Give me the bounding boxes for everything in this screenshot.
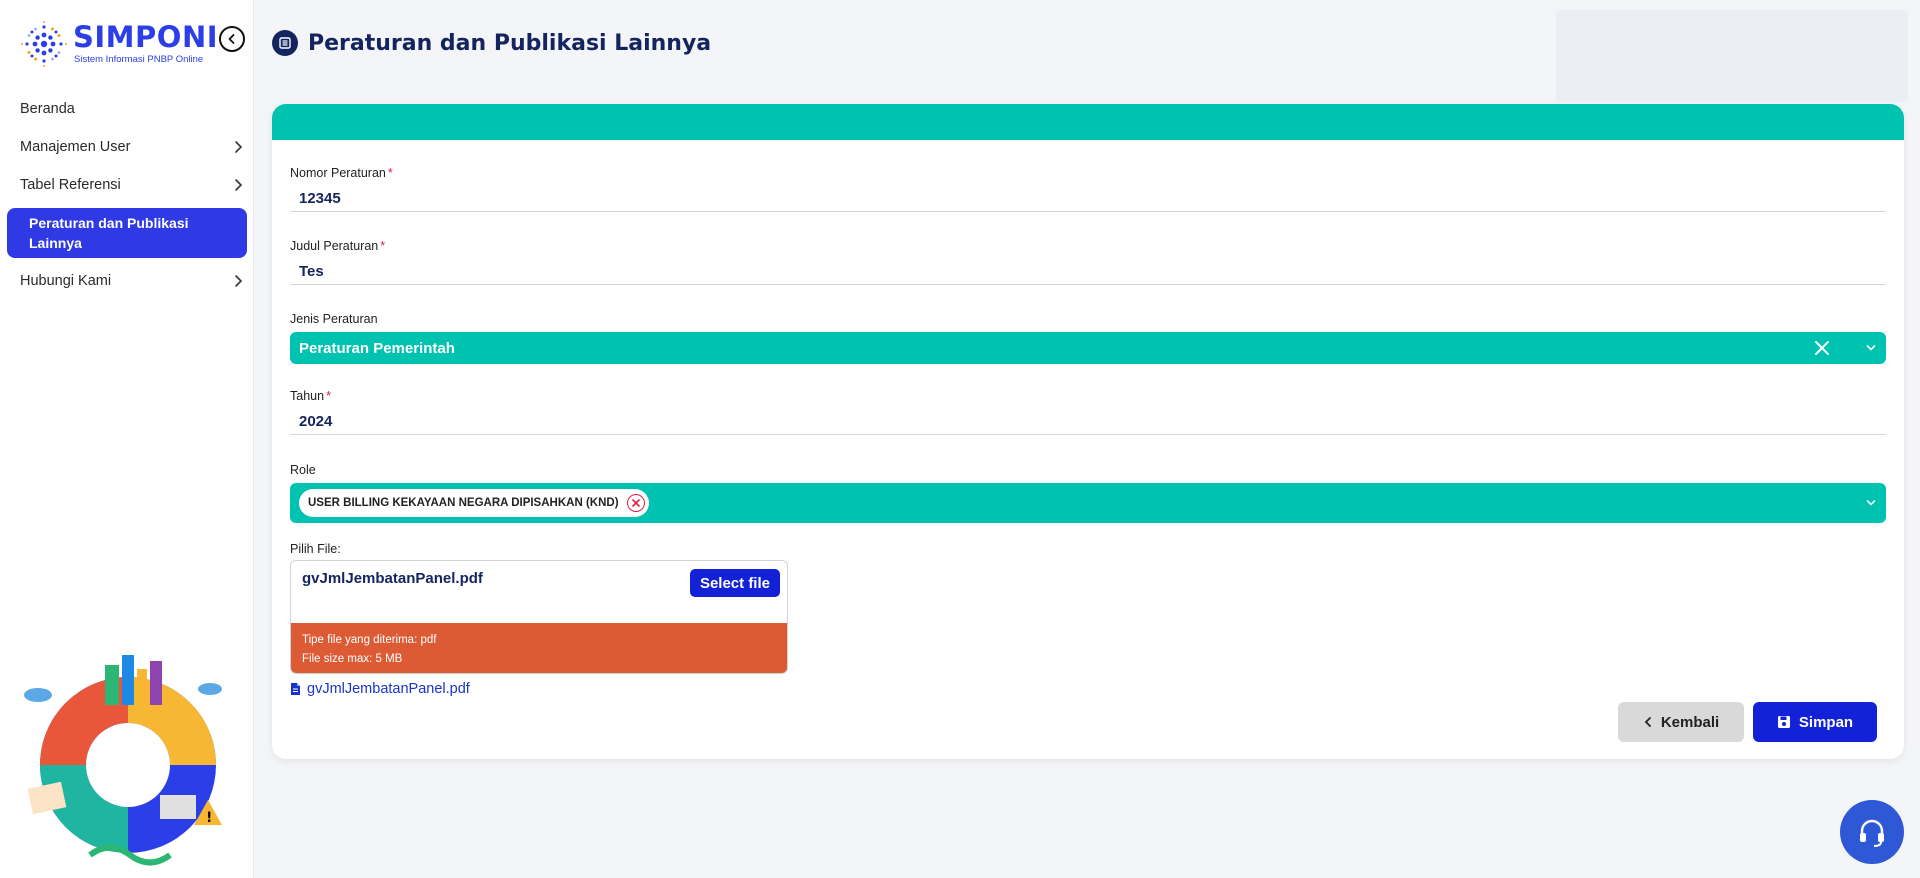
file-field: Pilih File: gvJmlJembatanPanel.pdf Selec…	[290, 542, 1886, 674]
tahun-field: Tahun * 2024	[290, 389, 1886, 435]
tahun-input[interactable]: 2024	[290, 409, 1886, 435]
svg-text:!: !	[206, 810, 212, 826]
app-logo[interactable]: SIMPONI Sistem Informasi PNBP Online	[18, 18, 248, 74]
back-button-label: Kembali	[1660, 713, 1720, 731]
file-size-info: File size max: 5 MB	[302, 653, 403, 665]
nomor-peraturan-field: Nomor Peraturan * 12345	[290, 166, 1886, 212]
judul-peraturan-label: Judul Peraturan *	[290, 239, 386, 253]
jenis-peraturan-field: Jenis Peraturan Peraturan Pemerintah	[290, 312, 1886, 364]
file-type-info: Tipe file yang diterima: pdf	[302, 634, 437, 646]
page-title: Peraturan dan Publikasi Lainnya	[308, 30, 712, 56]
sidebar-item-peraturan[interactable]: Peraturan dan Publikasi Lainnya	[7, 208, 247, 258]
clear-icon[interactable]	[1814, 340, 1830, 356]
role-select[interactable]: USER BILLING KEKAYAAN NEGARA DIPISAHKAN …	[290, 483, 1886, 523]
jenis-peraturan-select[interactable]: Peraturan Pemerintah	[290, 332, 1886, 364]
support-button[interactable]	[1840, 800, 1904, 864]
save-icon	[1777, 716, 1790, 728]
sidebar-nav: Beranda Manajemen User Tabel Referensi P…	[0, 90, 254, 300]
sidebar-item-label: Beranda	[20, 101, 75, 117]
sidebar-item-label: Manajemen User	[20, 139, 131, 155]
save-button-label: Simpan	[1798, 713, 1854, 731]
sidebar-illustration: !	[24, 655, 222, 866]
file-upload-box[interactable]: gvJmlJembatanPanel.pdf Select file Tipe …	[290, 560, 788, 674]
file-requirements: Tipe file yang diterima: pdf File size m…	[291, 623, 787, 673]
role-tag-label: USER BILLING KEKAYAAN NEGARA DIPISAHKAN …	[308, 497, 619, 509]
existing-file-name: gvJmlJembatanPanel.pdf	[307, 681, 470, 697]
sidebar-item-label: Hubungi Kami	[20, 273, 112, 289]
app-name: SIMPONI	[73, 20, 219, 54]
back-button[interactable]: Kembali	[1618, 702, 1744, 742]
role-field: Role USER BILLING KEKAYAAN NEGARA DIPISA…	[290, 463, 1886, 523]
remove-tag-icon[interactable]	[626, 494, 645, 512]
sidebar-item-beranda[interactable]: Beranda	[0, 90, 254, 128]
sidebar-item-label: Tabel Referensi	[20, 177, 121, 193]
chevron-left-icon	[1644, 717, 1651, 727]
chevron-down-icon	[1866, 500, 1876, 506]
sidebar-item-manajemen-user[interactable]: Manajemen User	[0, 128, 254, 166]
chevron-right-icon	[235, 275, 243, 287]
app-subtitle: Sistem Informasi PNBP Online	[74, 54, 204, 65]
sidebar-item-label: Peraturan dan Publikasi Lainnya	[29, 215, 189, 251]
file-label: Pilih File:	[290, 542, 341, 556]
selected-file-name: gvJmlJembatanPanel.pdf	[302, 570, 483, 587]
judul-peraturan-field: Judul Peraturan * Tes	[290, 239, 1886, 285]
chevron-right-icon	[235, 179, 243, 191]
file-icon	[291, 683, 300, 695]
select-file-button[interactable]: Select file	[689, 569, 780, 597]
header-placeholder	[1556, 10, 1908, 102]
chevron-left-icon	[228, 34, 235, 44]
role-label: Role	[290, 463, 316, 477]
jenis-peraturan-label: Jenis Peraturan	[290, 312, 378, 326]
page-header: Peraturan dan Publikasi Lainnya	[272, 26, 711, 60]
chevron-right-icon	[235, 141, 243, 153]
sidebar-item-tabel-referensi[interactable]: Tabel Referensi	[0, 166, 254, 204]
role-tag: USER BILLING KEKAYAAN NEGARA DIPISAHKAN …	[299, 489, 649, 517]
jenis-peraturan-value: Peraturan Pemerintah	[299, 339, 455, 357]
sidebar: SIMPONI Sistem Informasi PNBP Online Ber…	[0, 0, 254, 878]
sidebar-item-hubungi-kami[interactable]: Hubungi Kami	[0, 262, 254, 300]
logo-mark-icon	[21, 21, 67, 67]
existing-file-link[interactable]: gvJmlJembatanPanel.pdf	[290, 681, 470, 697]
headset-icon	[1860, 819, 1884, 847]
chevron-down-icon	[1866, 345, 1876, 351]
nomor-peraturan-label: Nomor Peraturan *	[290, 166, 393, 180]
list-icon	[272, 30, 298, 56]
judul-peraturan-input[interactable]: Tes	[290, 259, 1886, 285]
tahun-label: Tahun *	[290, 389, 331, 403]
card-header	[272, 104, 1904, 140]
save-button[interactable]: Simpan	[1753, 702, 1877, 742]
nomor-peraturan-input[interactable]: 12345	[290, 186, 1886, 212]
form-card: Nomor Peraturan * 12345 Judul Peraturan * …	[272, 104, 1904, 759]
collapse-sidebar-button[interactable]	[219, 26, 245, 52]
